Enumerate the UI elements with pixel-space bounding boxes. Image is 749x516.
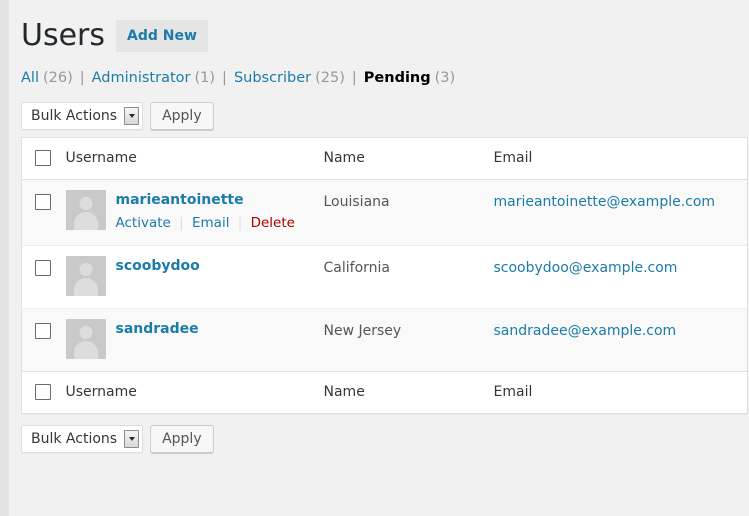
filter-links: All (26) | Administrator (1) | Subscribe… <box>21 68 737 90</box>
table-row: scoobydoo California scoobydoo@example.c… <box>21 244 748 309</box>
select-all-header <box>21 137 66 181</box>
activate-link[interactable]: Activate <box>116 215 171 231</box>
column-footer-email[interactable]: Email <box>493 370 748 414</box>
add-new-button[interactable]: Add New <box>116 20 208 52</box>
row-name-cell: New Jersey <box>323 307 494 372</box>
row-select-cell <box>21 307 66 372</box>
bulk-actions-select-top[interactable]: Bulk Actions <box>21 101 144 130</box>
chevron-down-icon[interactable] <box>124 430 140 449</box>
username-link[interactable]: sandradee <box>116 320 199 340</box>
row-username-cell: scoobydoo <box>65 244 324 309</box>
column-header-name[interactable]: Name <box>323 137 494 181</box>
users-table: Username Name Email marieantoinette Acti… <box>21 136 748 415</box>
row-email-cell: marieantoinette@example.com <box>493 179 748 246</box>
filter-count-administrator: (1) <box>194 70 216 86</box>
row-select-cell <box>21 244 66 309</box>
row-name-cell: California <box>323 244 494 309</box>
row-username-cell: sandradee <box>65 307 324 372</box>
admin-page: Users Add New All (26) | Administrator (… <box>0 0 749 516</box>
filter-separator: | <box>222 70 227 86</box>
row-action-separator: | <box>179 214 184 231</box>
row-checkbox[interactable] <box>35 259 51 276</box>
column-header-username[interactable]: Username <box>65 137 324 181</box>
table-foot: Username Name Email <box>21 370 748 414</box>
delete-link[interactable]: Delete <box>251 215 295 231</box>
email-address-link[interactable]: sandradee@example.com <box>494 323 677 339</box>
table-row: sandradee New Jersey sandradee@example.c… <box>21 307 748 372</box>
select-all-checkbox-top[interactable] <box>35 149 51 166</box>
row-name-cell: Louisiana <box>323 179 494 246</box>
bulk-actions-select-bottom[interactable]: Bulk Actions <box>21 425 144 454</box>
username-link[interactable]: marieantoinette <box>116 191 244 211</box>
tablenav-top: Bulk Actions Apply <box>21 101 737 130</box>
email-address-link[interactable]: marieantoinette@example.com <box>494 194 716 210</box>
avatar <box>65 318 106 359</box>
page-header: Users Add New <box>21 14 737 54</box>
table-header-row: Username Name Email <box>21 137 748 181</box>
filter-link-subscriber[interactable]: Subscriber <box>234 68 311 90</box>
tablenav-bottom: Bulk Actions Apply <box>21 425 737 454</box>
column-footer-name[interactable]: Name <box>323 370 494 414</box>
row-email-cell: scoobydoo@example.com <box>493 244 748 309</box>
filter-link-pending[interactable]: Pending <box>364 68 431 90</box>
avatar <box>65 190 106 231</box>
filter-subscriber: Subscriber (25) | <box>234 68 364 90</box>
email-address-link[interactable]: scoobydoo@example.com <box>494 260 678 276</box>
apply-button-top[interactable]: Apply <box>150 101 214 130</box>
row-checkbox[interactable] <box>35 194 51 211</box>
filter-pending: Pending (3) <box>364 68 455 90</box>
row-actions: Activate | Email | Delete <box>116 214 295 233</box>
select-all-checkbox-bottom[interactable] <box>35 383 51 400</box>
filter-administrator: Administrator (1) | <box>92 68 234 90</box>
email-link-action[interactable]: Email <box>192 215 229 231</box>
filter-link-all[interactable]: All <box>21 68 39 90</box>
filter-count-all: (26) <box>42 70 73 86</box>
bulk-actions-label-bottom: Bulk Actions <box>31 431 118 448</box>
row-username-cell: marieantoinette Activate | Email | Delet… <box>65 179 324 246</box>
chevron-down-icon[interactable] <box>124 106 140 125</box>
page-wrap: Users Add New All (26) | Administrator (… <box>9 0 749 454</box>
apply-button-bottom[interactable]: Apply <box>150 425 214 454</box>
table-row: marieantoinette Activate | Email | Delet… <box>21 179 748 246</box>
filter-all: All (26) | <box>21 68 92 90</box>
table-head: Username Name Email <box>21 137 748 181</box>
row-action-separator: | <box>237 214 243 231</box>
column-header-email[interactable]: Email <box>493 137 748 181</box>
filter-separator: | <box>351 70 357 86</box>
select-all-footer <box>21 370 66 414</box>
avatar <box>65 255 106 296</box>
column-footer-username[interactable]: Username <box>65 370 324 414</box>
row-email-cell: sandradee@example.com <box>493 307 748 372</box>
page-title: Users <box>21 18 106 53</box>
row-checkbox[interactable] <box>35 322 51 339</box>
filter-count-subscriber: (25) <box>315 70 345 86</box>
bulk-actions-label-top: Bulk Actions <box>31 107 118 124</box>
filter-link-administrator[interactable]: Administrator <box>92 68 191 90</box>
row-select-cell <box>21 179 66 246</box>
filter-separator: | <box>79 70 85 86</box>
username-link[interactable]: scoobydoo <box>116 257 200 277</box>
table-footer-row: Username Name Email <box>21 370 748 414</box>
filter-count-pending: (3) <box>434 70 456 86</box>
table-body: marieantoinette Activate | Email | Delet… <box>21 179 748 372</box>
